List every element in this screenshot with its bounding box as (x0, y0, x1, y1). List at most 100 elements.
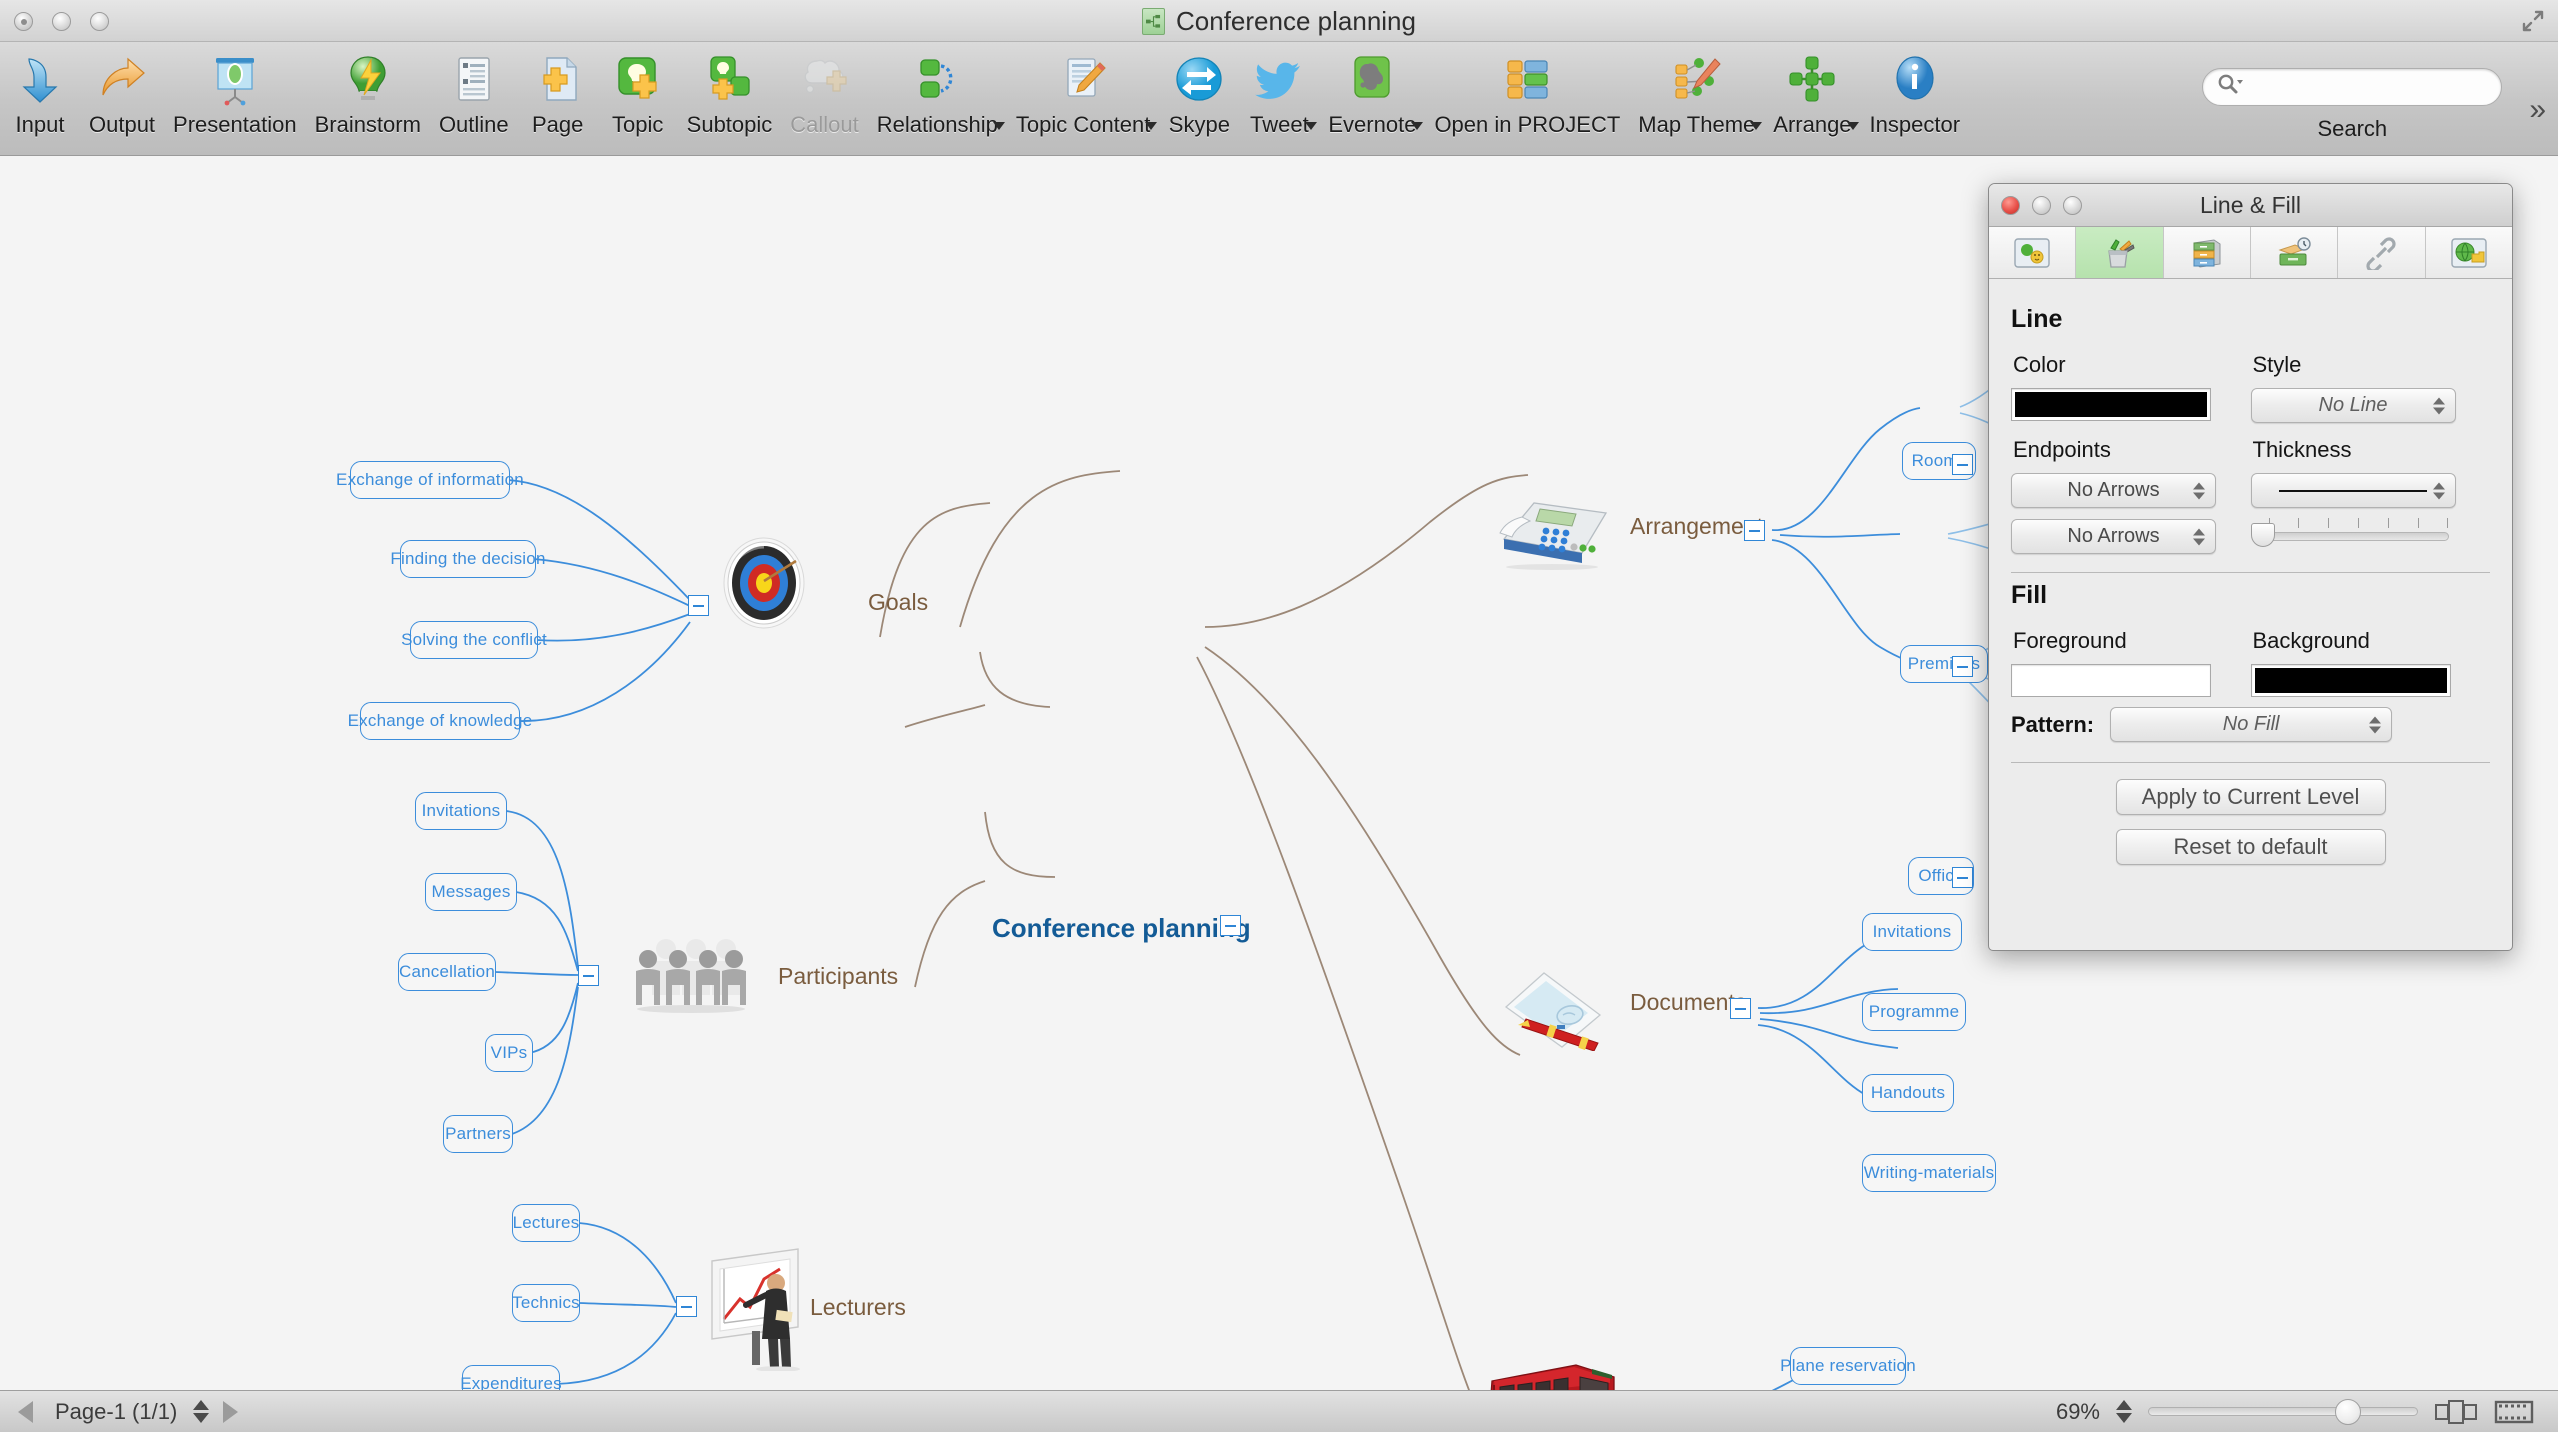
collapse-toggle-goals[interactable] (688, 595, 709, 616)
collapse-toggle-premises[interactable] (1952, 656, 1973, 677)
collapse-toggle-participants[interactable] (578, 965, 599, 986)
collapse-toggle-arrangement[interactable] (1744, 520, 1765, 541)
collapse-toggle-rooms[interactable] (1952, 454, 1973, 475)
panel-maximize-button[interactable] (2063, 196, 2082, 215)
toolbar-button-brainstorm[interactable]: Brainstorm (306, 42, 430, 156)
zoom-slider[interactable] (2148, 1399, 2418, 1425)
topic-node[interactable]: Cancellation (398, 953, 496, 991)
pattern-select[interactable]: No Fill (2110, 707, 2393, 742)
collapse-toggle-lecturers[interactable] (676, 1296, 697, 1317)
chevron-down-icon[interactable] (1750, 122, 1763, 130)
search-input[interactable] (2247, 76, 2478, 98)
toolbar-button-topic[interactable]: Topic (598, 42, 678, 156)
red-bus-icon (1484, 1357, 1620, 1390)
zoom-slider-knob[interactable] (2335, 1399, 2362, 1425)
panel-title-text: Line & Fill (2200, 191, 2301, 218)
topic-node[interactable]: Invitations (415, 792, 507, 830)
reset-to-default-button[interactable]: Reset to default (2115, 829, 2386, 865)
toolbar-button-tweet[interactable]: Tweet (1239, 42, 1319, 156)
next-page-button[interactable] (223, 1400, 239, 1423)
thickness-slider[interactable] (2250, 518, 2451, 548)
toolbar-button-inspector[interactable]: Inspector (1861, 42, 1970, 156)
chevron-down-icon[interactable] (1145, 122, 1158, 130)
topic-node[interactable]: Partners (443, 1115, 513, 1153)
topic-node[interactable]: Writing-materials (1862, 1154, 1996, 1192)
chevron-down-icon[interactable] (1846, 122, 1859, 130)
toolbar-button-subtopic[interactable]: Subtopic (678, 42, 782, 156)
thickness-select[interactable] (2250, 473, 2456, 508)
topic-node[interactable]: Messages (425, 873, 517, 911)
toolbar-button-callout[interactable]: Callout (781, 42, 867, 156)
line-and-fill-inspector-panel[interactable]: Line & Fill Line Color Style No Line End… (1988, 183, 2513, 951)
fit-page-view-button[interactable] (2434, 1399, 2478, 1425)
panel-close-button[interactable] (2001, 196, 2020, 215)
topic-node[interactable]: Exchange of knowledge (348, 702, 532, 740)
panel-tab-hyperlink[interactable] (2338, 227, 2426, 278)
foreground-color-well[interactable] (2011, 664, 2211, 697)
endpoint-end-select[interactable]: No Arrows (2011, 519, 2216, 554)
toolbar-button-arrange[interactable]: Arrange (1764, 42, 1860, 156)
toolbar-button-presentation[interactable]: Presentation (164, 42, 306, 156)
chevron-down-icon[interactable] (1305, 122, 1318, 130)
previous-page-button[interactable] (18, 1400, 33, 1423)
panel-tab-history[interactable] (2251, 227, 2339, 278)
apply-to-current-level-button[interactable]: Apply to Current Level (2115, 779, 2386, 815)
line-color-label: Color (2013, 352, 2066, 377)
collapse-toggle-center[interactable] (1220, 915, 1241, 936)
chevron-down-icon[interactable] (992, 122, 1005, 130)
endpoint-start-select[interactable]: No Arrows (2011, 473, 2216, 508)
line-color-well[interactable] (2011, 388, 2211, 421)
topic-node[interactable]: Programme (1862, 993, 1966, 1031)
slider-knob[interactable] (2250, 523, 2275, 547)
panel-tab-export[interactable] (2426, 227, 2512, 278)
twitter-bird-icon (1248, 48, 1310, 110)
zoom-stepper[interactable] (2116, 1400, 2132, 1423)
toolbar-button-open-in-project[interactable]: Open in PROJECT (1425, 42, 1629, 156)
search-field-wrapper[interactable] (2202, 68, 2503, 106)
topic-node[interactable]: Invitations (1862, 913, 1962, 951)
topic-node[interactable]: Expenditures (460, 1365, 562, 1390)
topic-node[interactable]: Technics (512, 1284, 580, 1322)
toolbar-label: Arrange (1773, 112, 1852, 137)
branch-label-participants[interactable]: Participants (778, 963, 898, 990)
toolbar-button-relationship[interactable]: Relationship (868, 42, 1007, 156)
topic-node[interactable]: Plane reservation (1780, 1347, 1916, 1385)
line-style-select[interactable]: No Line (2250, 388, 2456, 423)
toolbar-button-skype[interactable]: Skype (1159, 42, 1239, 156)
panel-tab-text[interactable] (2164, 227, 2251, 278)
branch-label-goals[interactable]: Goals (868, 589, 928, 616)
panel-tab-document[interactable] (1989, 227, 2077, 278)
panel-minimize-button[interactable] (2032, 196, 2051, 215)
toolbar-label: Skype (1168, 112, 1230, 137)
topic-node[interactable]: Handouts (1862, 1074, 1954, 1112)
branch-label-documents[interactable]: Documents (1630, 989, 1746, 1016)
collapse-toggle-documents[interactable] (1730, 998, 1751, 1019)
double-chevron-right-icon[interactable]: » (2517, 93, 2558, 127)
topic-node[interactable]: Lectures (512, 1204, 580, 1242)
toolbar-button-output[interactable]: Output (80, 42, 164, 156)
center-topic-label[interactable]: Conference planning (992, 913, 1251, 944)
stepper-arrows-icon (2432, 482, 2445, 499)
background-color-well[interactable] (2250, 664, 2451, 697)
branch-label-lecturers[interactable]: Lecturers (810, 1294, 906, 1321)
toolbar-button-input[interactable]: Input (0, 42, 80, 156)
panel-tab-line-fill[interactable] (2076, 227, 2164, 278)
full-screen-view-button[interactable] (2492, 1399, 2536, 1425)
topic-node[interactable]: Premises (1900, 645, 1988, 683)
topic-node[interactable]: VIPs (485, 1034, 533, 1072)
toolbar-button-map-theme[interactable]: Map Theme (1629, 42, 1764, 156)
topic-node[interactable]: Exchange of information (336, 461, 524, 499)
toolbar-button-evernote[interactable]: Evernote (1319, 42, 1425, 156)
toolbar-button-outline[interactable]: Outline (430, 42, 518, 156)
page-stepper[interactable] (193, 1400, 210, 1423)
topic-node[interactable]: Finding the decision (390, 540, 545, 578)
toolbar-button-topic-content[interactable]: Topic Content (1007, 42, 1160, 156)
collapse-toggle-office[interactable] (1952, 867, 1973, 888)
topic-node[interactable]: Solving the conflict (401, 621, 547, 659)
chevron-down-icon[interactable] (1411, 122, 1424, 130)
panel-tab-strip (1989, 227, 2512, 279)
toolbar-button-page[interactable]: Page (518, 42, 598, 156)
line-style-value: No Line (2318, 394, 2388, 416)
toolbar-label: Input (15, 112, 65, 137)
fullscreen-icon[interactable] (2522, 10, 2544, 32)
